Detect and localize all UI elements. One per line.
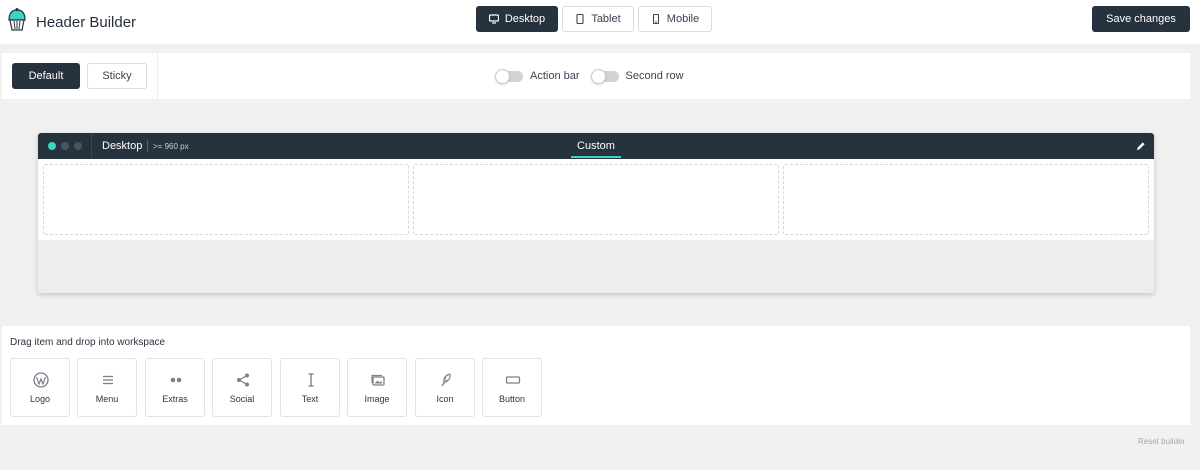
image-icon: [371, 374, 385, 386]
wordpress-icon: [33, 372, 49, 388]
item-button[interactable]: Button: [482, 358, 542, 417]
divider: [147, 140, 148, 152]
mode-buttons: Default Sticky: [2, 53, 158, 99]
drop-zone-right[interactable]: [783, 164, 1149, 235]
menu-lines-icon: [103, 375, 113, 385]
action-bar-label: Action bar: [530, 70, 580, 82]
monitor-icon: [488, 14, 499, 24]
window-dot-active: [48, 142, 56, 150]
header-row: [38, 159, 1154, 240]
workspace-bar: Desktop >= 960 px Custom: [38, 133, 1154, 159]
top-bar: Header Builder Desktop Tablet Mobile Sav…: [0, 0, 1200, 44]
item-label: Logo: [29, 394, 51, 404]
action-bar-toggle[interactable]: Action bar: [495, 68, 580, 84]
tab-mobile[interactable]: Mobile: [638, 6, 712, 32]
tab-desktop[interactable]: Desktop: [476, 6, 558, 32]
mode-panel: Default Sticky Action bar Second row: [2, 53, 1190, 99]
window-dot: [74, 142, 82, 150]
active-tab-indicator: [571, 156, 621, 158]
item-social[interactable]: Social: [212, 358, 272, 417]
item-label: Button: [498, 394, 526, 404]
second-row-toggle[interactable]: Second row: [590, 68, 684, 84]
item-label: Menu: [95, 394, 119, 404]
workspace-size: >= 960 px: [153, 142, 189, 151]
window-dot: [61, 142, 69, 150]
tab-tablet-label: Tablet: [591, 13, 621, 25]
row-toggles: Action bar Second row: [495, 68, 696, 84]
divider: [91, 133, 92, 159]
item-label: Social: [229, 394, 255, 404]
items-panel: Drag item and drop into workspace Logo M…: [2, 326, 1190, 425]
cupcake-logo-icon: [8, 8, 26, 31]
items-title: Drag item and drop into workspace: [10, 337, 166, 348]
item-extras[interactable]: Extras: [145, 358, 205, 417]
item-icon[interactable]: Icon: [415, 358, 475, 417]
app-title: Header Builder: [36, 14, 137, 31]
item-menu[interactable]: Menu: [77, 358, 137, 417]
item-label: Icon: [436, 394, 454, 404]
save-changes-button[interactable]: Save changes: [1092, 6, 1190, 32]
item-logo[interactable]: Logo: [10, 358, 70, 417]
device-tabs: Desktop Tablet Mobile: [476, 6, 712, 32]
phone-icon: [652, 14, 659, 24]
item-label: Text: [301, 394, 319, 404]
dots-icon: [170, 377, 182, 383]
default-mode-button[interactable]: Default: [12, 63, 80, 89]
item-text[interactable]: Text: [280, 358, 340, 417]
second-row-label: Second row: [625, 70, 684, 82]
pencil-icon[interactable]: [1136, 141, 1146, 151]
workspace: Desktop >= 960 px Custom: [38, 133, 1154, 293]
workspace-device: Desktop: [102, 140, 143, 152]
second-row-switch[interactable]: [590, 68, 619, 84]
text-cursor-icon: [308, 373, 314, 387]
tab-desktop-label: Desktop: [504, 13, 546, 25]
tab-mobile-label: Mobile: [666, 13, 700, 25]
share-icon: [237, 373, 249, 387]
drop-zone-left[interactable]: [43, 164, 409, 235]
item-image[interactable]: Image: [347, 358, 407, 417]
tablet-icon: [576, 14, 584, 24]
feather-icon: [441, 373, 451, 387]
action-bar-switch[interactable]: [495, 68, 523, 84]
drop-zone-center[interactable]: [413, 164, 779, 235]
reset-builder-link[interactable]: Reset builder: [1138, 437, 1185, 446]
item-label: Image: [364, 394, 390, 404]
button-icon: [505, 376, 521, 384]
sticky-mode-button[interactable]: Sticky: [87, 63, 147, 89]
item-label: Extras: [162, 394, 188, 404]
tab-tablet[interactable]: Tablet: [562, 6, 634, 32]
